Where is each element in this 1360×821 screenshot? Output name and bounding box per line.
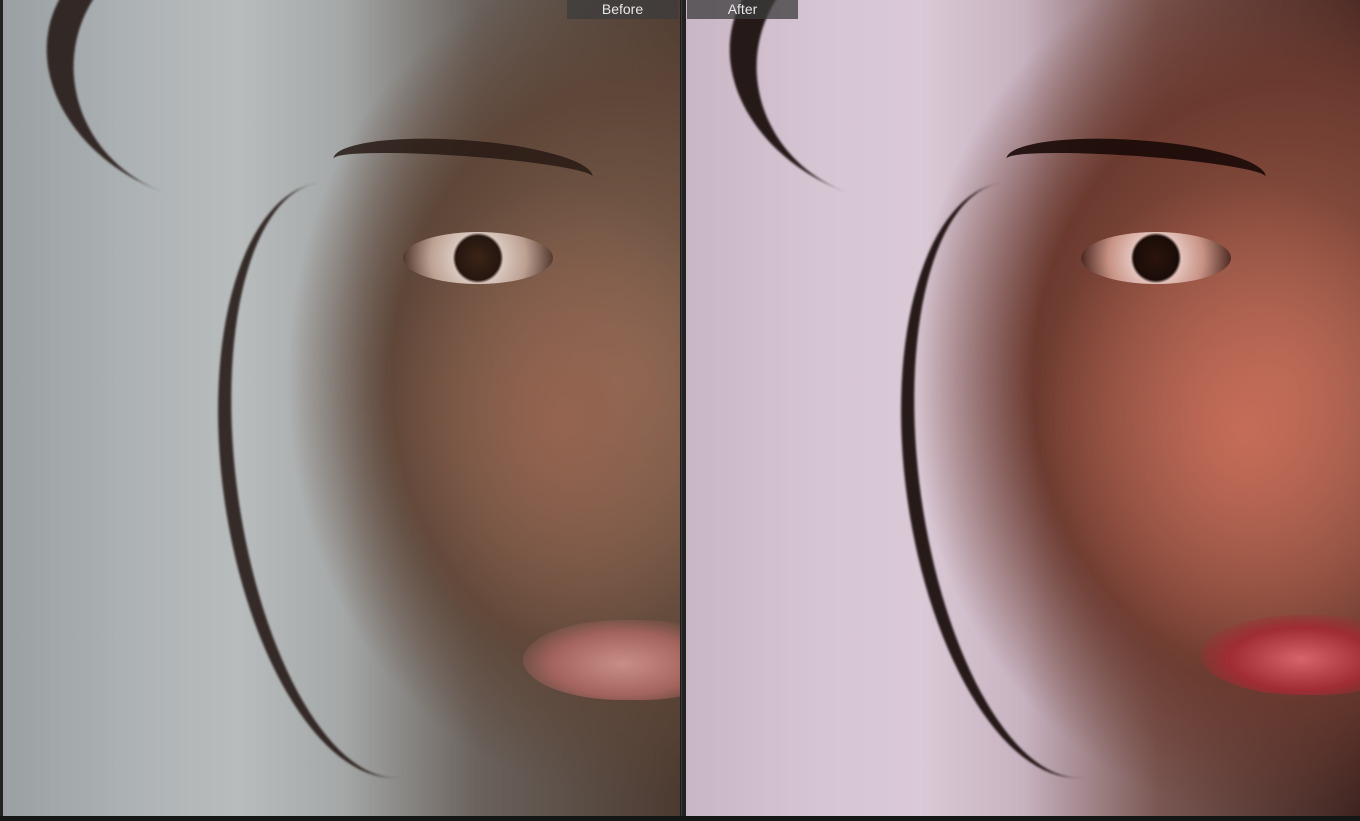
eye [403,232,553,284]
eyebrow [331,130,595,206]
eye [1081,232,1231,284]
after-label: After [687,0,798,19]
before-label: Before [567,0,678,19]
viewer-bottom-border [0,816,1360,821]
after-image-pane[interactable] [686,0,1360,816]
before-image-pane[interactable] [3,0,680,816]
lips [1201,615,1360,695]
lips [523,620,680,700]
before-after-compare-view: Before After [0,0,1360,821]
